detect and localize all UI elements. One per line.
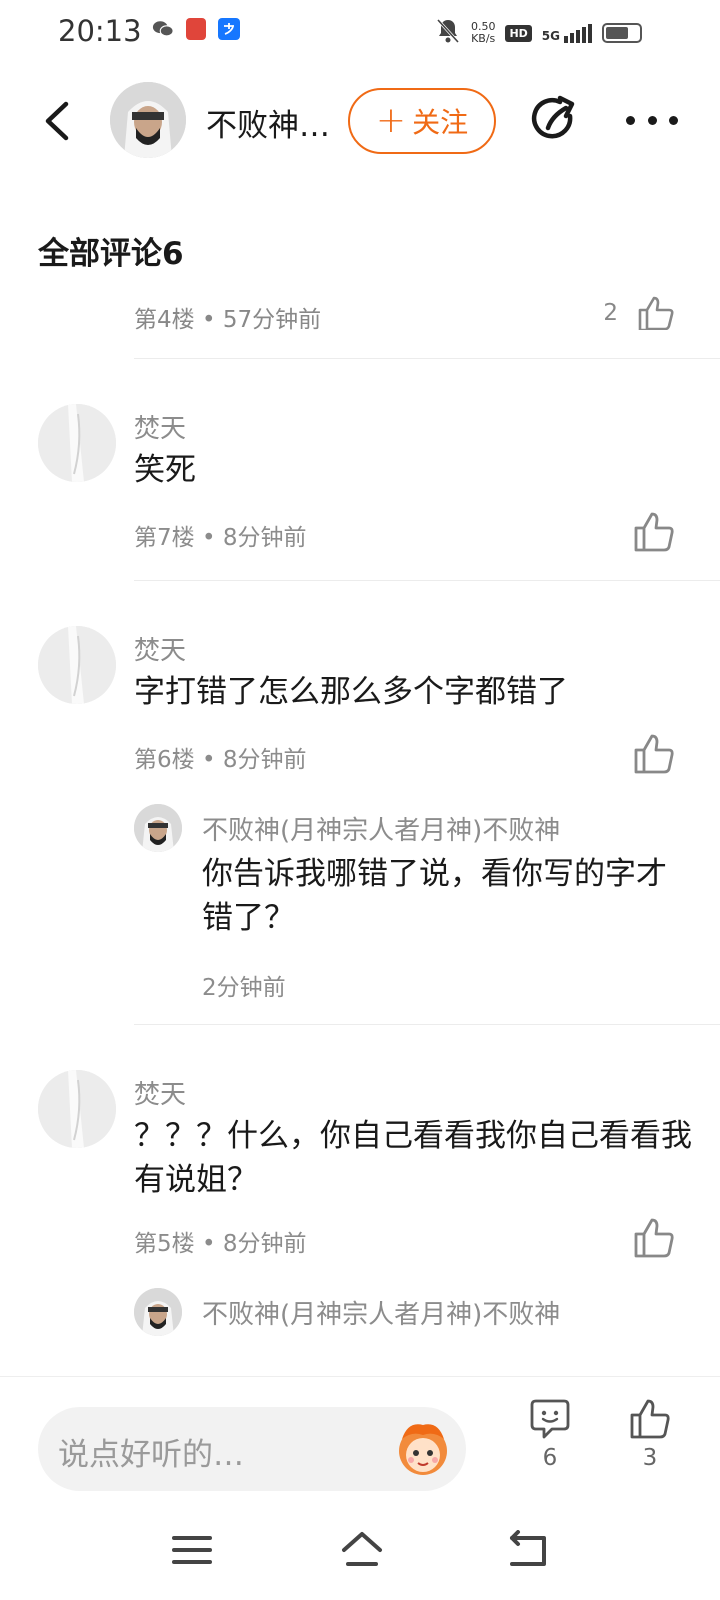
network-speed-unit: KB/s	[471, 32, 496, 45]
menu-icon[interactable]	[170, 1530, 214, 1570]
comment-list[interactable]: 第4楼 • 57分钟前 2 焚天 笑死 第7楼 • 8分钟前 焚天 字打错了怎么…	[0, 286, 720, 1376]
comment-input-placeholder: 说点好听的…	[58, 1437, 244, 1473]
back-arrow-icon	[45, 101, 69, 141]
divider	[134, 358, 720, 359]
comments-count-button[interactable]: 6	[520, 1397, 580, 1471]
thumbs-up-icon[interactable]	[632, 510, 676, 554]
commenter-avatar[interactable]	[38, 626, 116, 704]
thumbs-up-icon[interactable]	[636, 296, 676, 330]
comment-meta: 第5楼 • 8分钟前	[134, 1231, 307, 1257]
commenter-avatar[interactable]	[38, 1070, 116, 1148]
commenter-avatar[interactable]	[38, 404, 116, 482]
comment-input[interactable]: 说点好听的…	[38, 1407, 466, 1491]
comment-text[interactable]: 字打错了怎么那么多个字都错了	[134, 670, 694, 714]
commenter-name[interactable]: 焚天	[134, 408, 186, 445]
status-notification-icons	[152, 18, 240, 40]
app-badge-icon	[186, 18, 206, 40]
commenter-name[interactable]: 焚天	[134, 1074, 186, 1111]
mute-bell-icon	[435, 17, 461, 49]
comment-text[interactable]: 笑死	[134, 448, 694, 492]
share-icon	[531, 95, 575, 139]
thumbs-up-icon	[630, 1399, 670, 1439]
more-dot-icon	[647, 115, 657, 125]
status-time: 20:13	[58, 14, 142, 48]
follow-button[interactable]: + 关注	[348, 88, 496, 154]
reply-avatar[interactable]	[134, 804, 182, 852]
sticker-emoji-icon[interactable]	[388, 1413, 458, 1483]
top-header: 不败神… + 关注	[0, 80, 720, 162]
wechat-icon	[152, 18, 174, 40]
more-dot-icon	[669, 115, 678, 125]
divider	[134, 1024, 720, 1025]
system-navigation-bar	[0, 1494, 720, 1600]
reply-author-name[interactable]: 不败神(月神宗人者月神)不败神	[202, 810, 560, 847]
signal-label: 5G	[541, 29, 560, 43]
comment-meta: 第6楼 • 8分钟前	[134, 747, 307, 773]
thumbs-up-icon[interactable]	[632, 732, 676, 776]
battery-level	[606, 27, 628, 39]
share-button[interactable]	[530, 94, 582, 146]
commenter-name[interactable]: 焚天	[134, 630, 186, 667]
reply-author-name[interactable]: 不败神(月神宗人者月神)不败神	[202, 1294, 560, 1331]
bottom-action-bar: 说点好听的… 6 3	[0, 1376, 720, 1494]
comment-bubble-icon	[530, 1399, 570, 1439]
reply-text[interactable]: 你告诉我哪错了说，看你写的字才错了？	[202, 852, 692, 940]
hd-badge: HD	[505, 24, 532, 42]
thumbs-up-icon[interactable]	[632, 1216, 676, 1260]
status-system-icons: 0.50 KB/s HD 5G	[435, 17, 642, 49]
like-count: 2	[603, 300, 618, 326]
follow-label: 关注	[412, 106, 469, 139]
home-icon[interactable]	[338, 1530, 386, 1570]
author-avatar[interactable]	[110, 82, 186, 158]
network-speed: 0.50 KB/s	[471, 21, 496, 45]
back-button[interactable]	[38, 98, 78, 144]
author-name[interactable]: 不败神…	[206, 100, 330, 145]
more-dot-icon	[626, 115, 635, 125]
comment-meta: 第7楼 • 8分钟前	[134, 525, 307, 551]
more-options-button[interactable]	[626, 102, 678, 138]
like-count: 3	[642, 1445, 658, 1471]
comments-section-title: 全部评论6	[38, 236, 184, 272]
alipay-icon	[218, 18, 240, 40]
signal-5g-icon: 5G	[542, 23, 592, 43]
reply-avatar[interactable]	[134, 1288, 182, 1336]
reply-time: 2分钟前	[202, 975, 286, 1001]
back-nav-icon[interactable]	[506, 1530, 550, 1570]
divider	[134, 580, 720, 581]
cut-off-comment-meta: 第4楼 • 57分钟前 2	[134, 296, 720, 333]
comment-meta: 第4楼 • 57分钟前	[134, 307, 322, 333]
battery-icon	[602, 23, 642, 43]
comment-text[interactable]: ？？？什么，你自己看看我你自己看看我有说姐？	[134, 1114, 694, 1202]
status-bar: 20:13 0.50 KB/s HD 5G	[0, 0, 720, 66]
like-count-button[interactable]: 3	[620, 1397, 680, 1471]
comment-count: 6	[542, 1445, 558, 1471]
plus-icon: +	[375, 100, 407, 141]
